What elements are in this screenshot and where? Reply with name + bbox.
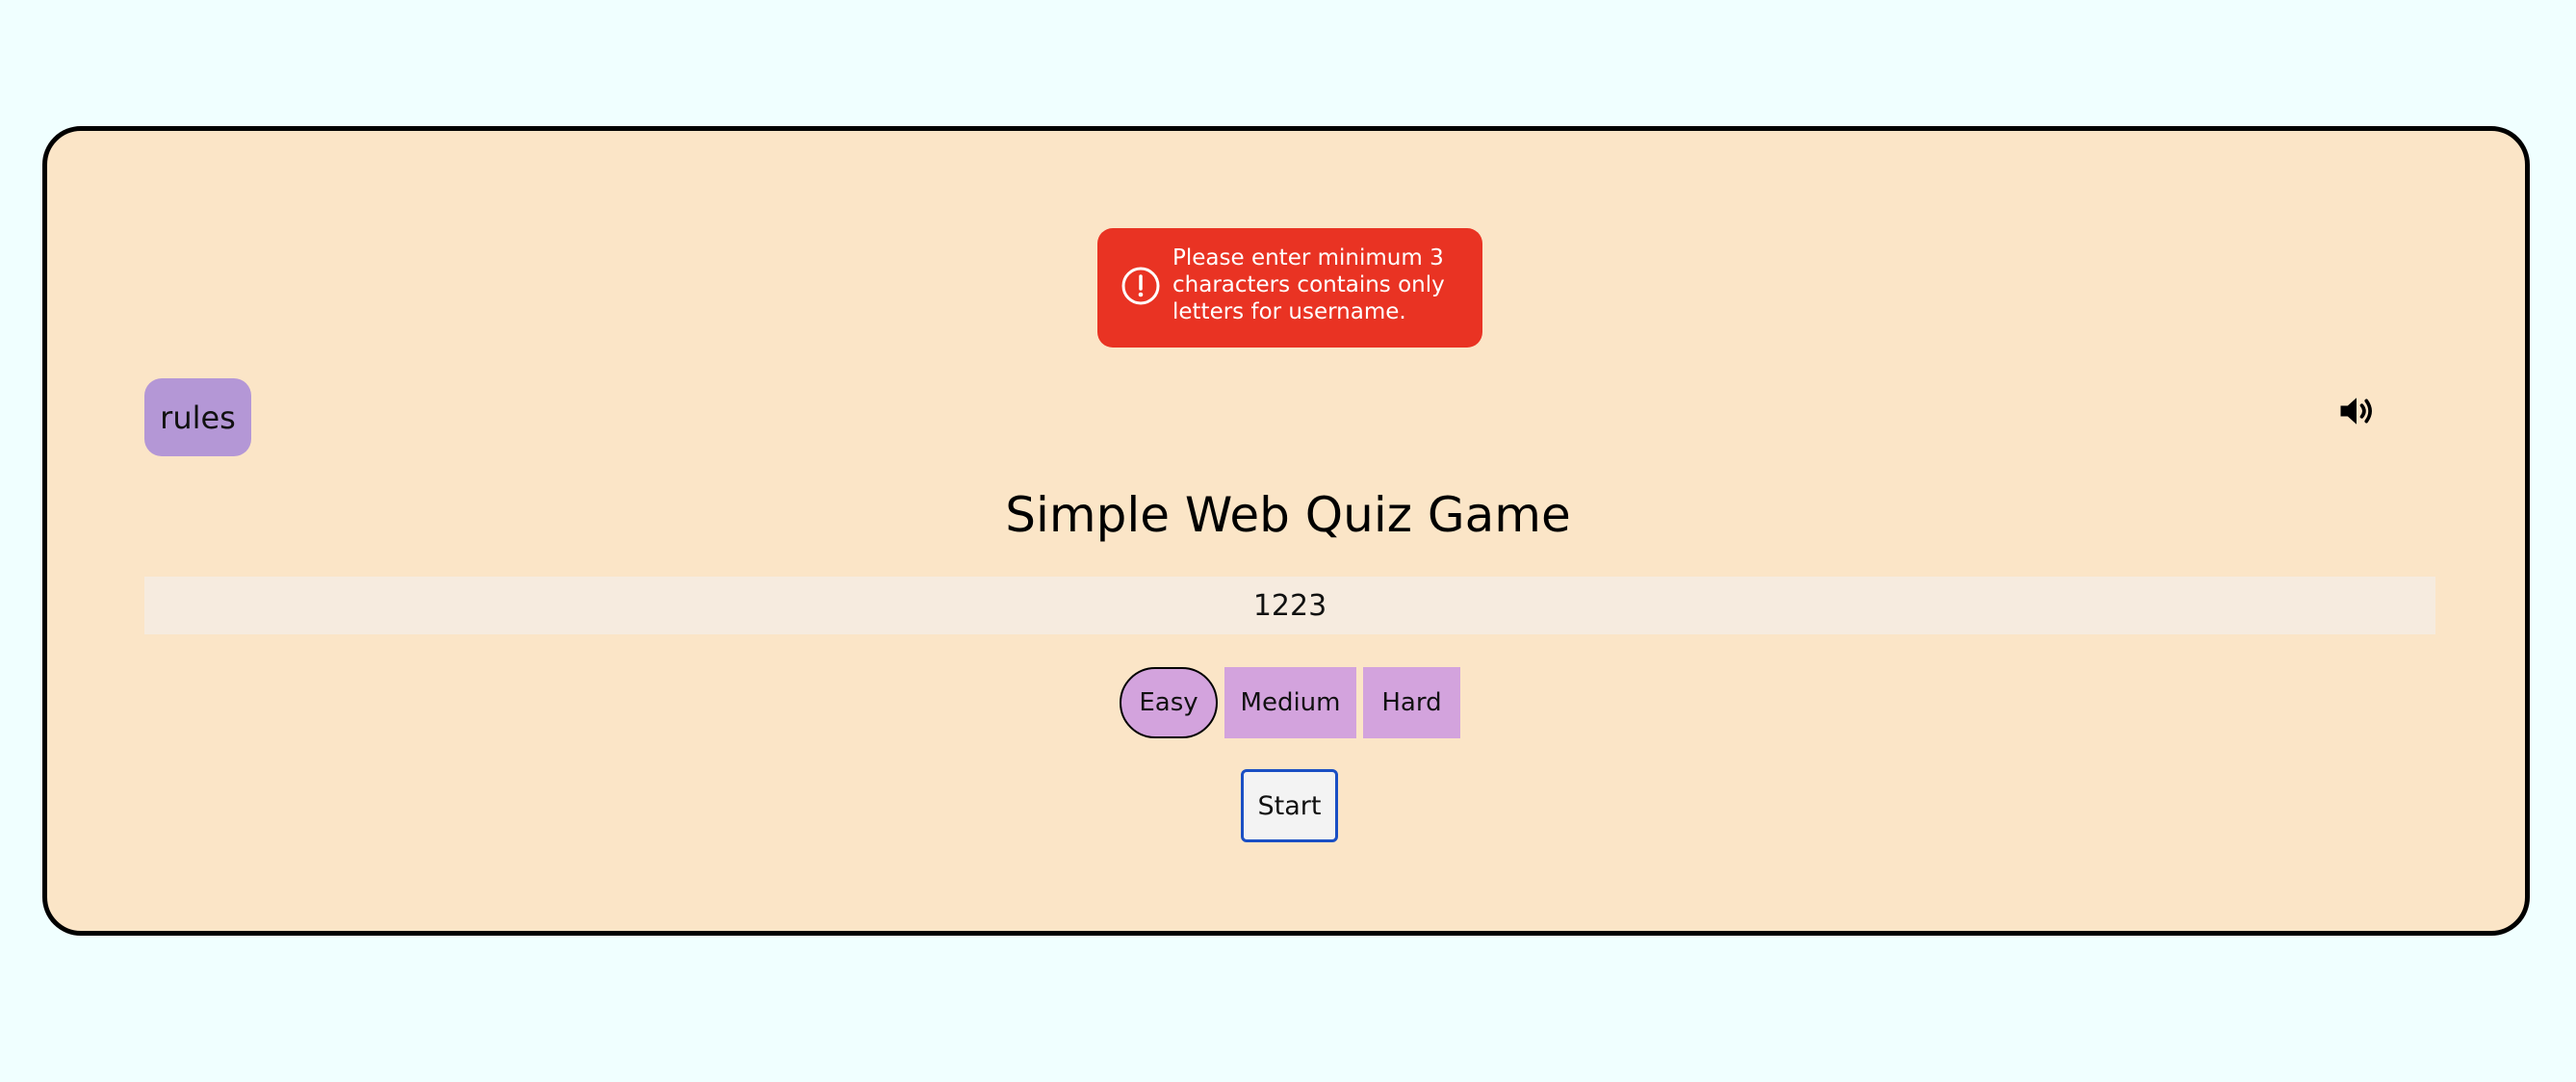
page-title: Simple Web Quiz Game	[1005, 487, 1571, 543]
difficulty-easy-button[interactable]: Easy	[1120, 667, 1218, 738]
sound-toggle-button[interactable]	[2333, 389, 2380, 435]
alert-circle-icon	[1121, 266, 1161, 306]
difficulty-hard-button[interactable]: Hard	[1363, 667, 1460, 738]
error-message: Please enter minimum 3 characters contai…	[1172, 245, 1445, 324]
username-input[interactable]	[144, 577, 2435, 634]
rules-button[interactable]: rules	[144, 378, 251, 456]
start-button[interactable]: Start	[1241, 769, 1338, 842]
volume-icon	[2335, 397, 2378, 435]
difficulty-medium-button[interactable]: Medium	[1224, 667, 1356, 738]
error-toast: Please enter minimum 3 characters contai…	[1097, 228, 1482, 348]
